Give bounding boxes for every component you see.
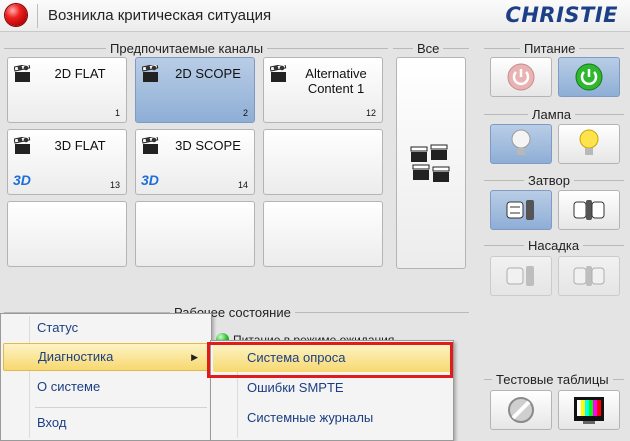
power-off-button[interactable] bbox=[490, 57, 552, 97]
menu-item-diagnostics[interactable]: Диагностика ▶ bbox=[3, 343, 209, 371]
lamp-on-button[interactable] bbox=[558, 124, 620, 164]
channel-name: Alternative Content 1 bbox=[305, 66, 367, 96]
clapperboard-icon bbox=[142, 137, 159, 154]
power-section-label: Питание bbox=[484, 41, 624, 56]
clapperboard-icon bbox=[270, 65, 287, 82]
lightbulb-on-icon bbox=[579, 129, 599, 155]
title-separator bbox=[37, 4, 38, 28]
shutter-open-button[interactable] bbox=[490, 190, 552, 230]
channel-name: 2D SCOPE bbox=[175, 66, 241, 81]
all-channels-button[interactable] bbox=[396, 57, 466, 269]
power-on-button[interactable] bbox=[558, 57, 620, 97]
menu-item-about[interactable]: О системе bbox=[3, 373, 209, 401]
test-pattern-off-button[interactable] bbox=[490, 390, 552, 430]
context-menu: Статус Диагностика ▶ О системе Вход bbox=[0, 313, 212, 441]
submenu-item-system-logs[interactable]: Системные журналы bbox=[213, 404, 451, 432]
menu-item-label: Диагностика bbox=[38, 349, 114, 364]
submenu-item-smpte-errors[interactable]: Ошибки SMPTE bbox=[213, 374, 451, 402]
channel-number: 2 bbox=[242, 108, 248, 118]
no-pattern-icon bbox=[508, 397, 534, 423]
lens-section-label: Насадка bbox=[484, 238, 624, 253]
channel-number: 14 bbox=[237, 180, 248, 190]
power-off-icon bbox=[507, 63, 535, 91]
all-section-label: Все bbox=[393, 41, 469, 56]
multiple-clapperboards-icon bbox=[410, 144, 450, 182]
title-bar: Возникла критическая ситуация CHRISTIE bbox=[0, 0, 630, 32]
channel-tile-empty[interactable] bbox=[135, 201, 255, 267]
lamp-section-label: Лампа bbox=[484, 107, 624, 122]
channel-tile-empty[interactable] bbox=[7, 201, 127, 267]
annotation-highlight-box bbox=[207, 342, 453, 378]
lamp-off-button[interactable] bbox=[490, 124, 552, 164]
lens-zoom-out-button[interactable] bbox=[558, 256, 620, 296]
christie-logo: CHRISTIE bbox=[505, 3, 618, 27]
channel-name: 2D FLAT bbox=[54, 66, 106, 81]
lens-out-icon bbox=[573, 266, 605, 286]
menu-item-status[interactable]: Статус bbox=[3, 314, 209, 342]
shutter-open-icon bbox=[506, 200, 534, 220]
lens-in-icon bbox=[506, 266, 534, 286]
color-bars-icon bbox=[574, 397, 604, 424]
menu-item-login[interactable]: Вход bbox=[3, 409, 209, 437]
power-on-icon bbox=[575, 63, 603, 91]
channel-tile-3d-flat[interactable]: 3D FLAT 3D 13 bbox=[7, 129, 127, 195]
test-pattern-button[interactable] bbox=[558, 390, 620, 430]
test-patterns-section-label: Тестовые таблицы bbox=[484, 372, 624, 387]
channel-name: 3D SCOPE bbox=[175, 138, 241, 153]
channel-number: 12 bbox=[365, 108, 376, 118]
channel-tile-3d-scope[interactable]: 3D SCOPE 3D 14 bbox=[135, 129, 255, 195]
channel-tile-alternative-content[interactable]: Alternative Content 1 12 bbox=[263, 57, 383, 123]
3d-badge-icon: 3D bbox=[13, 172, 31, 188]
clapperboard-icon bbox=[142, 65, 159, 82]
channel-number: 1 bbox=[114, 108, 120, 118]
channel-tile-2d-flat[interactable]: 2D FLAT 1 bbox=[7, 57, 127, 123]
channels-section-label: Предпочитаемые каналы bbox=[4, 41, 388, 56]
lens-zoom-in-button[interactable] bbox=[490, 256, 552, 296]
clapperboard-icon bbox=[14, 137, 31, 154]
channel-tile-2d-scope[interactable]: 2D SCOPE 2 bbox=[135, 57, 255, 123]
alert-title: Возникла критическая ситуация bbox=[48, 7, 272, 24]
channel-name: 3D FLAT bbox=[54, 138, 106, 153]
shutter-close-button[interactable] bbox=[558, 190, 620, 230]
shutter-closed-icon bbox=[573, 200, 605, 220]
channel-number: 13 bbox=[109, 180, 120, 190]
clapperboard-icon bbox=[14, 65, 31, 82]
shutter-section-label: Затвор bbox=[484, 173, 624, 188]
channel-tile-empty[interactable] bbox=[263, 129, 383, 195]
menu-separator bbox=[35, 407, 207, 408]
critical-alarm-icon[interactable] bbox=[5, 4, 27, 26]
channel-tile-empty[interactable] bbox=[263, 201, 383, 267]
lightbulb-off-icon bbox=[511, 129, 531, 155]
submenu-arrow-icon: ▶ bbox=[191, 352, 198, 362]
3d-badge-icon: 3D bbox=[141, 172, 159, 188]
